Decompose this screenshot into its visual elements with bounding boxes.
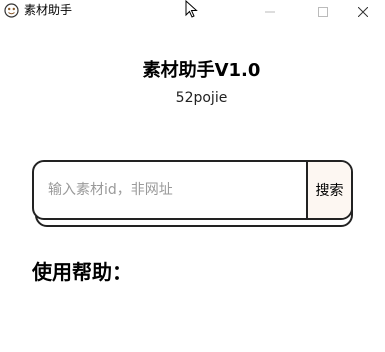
help-heading: 使用帮助：	[32, 260, 132, 284]
app-heading: 素材助手V1.0	[142, 60, 261, 81]
window-title: 素材助手	[24, 3, 73, 17]
maximize-icon	[318, 2, 328, 21]
app-icon	[4, 3, 19, 18]
app-subtitle: 52pojie	[175, 90, 228, 106]
minimize-icon	[265, 2, 275, 21]
close-icon	[357, 2, 369, 21]
search-input[interactable]	[34, 162, 306, 218]
search-button[interactable]: 搜索	[306, 162, 351, 218]
title-bar: 素材助手	[0, 0, 385, 22]
mouse-cursor-icon	[185, 0, 199, 18]
close-button[interactable]	[340, 0, 385, 22]
search-box: 搜索	[32, 160, 353, 220]
minimize-button[interactable]	[247, 0, 293, 22]
